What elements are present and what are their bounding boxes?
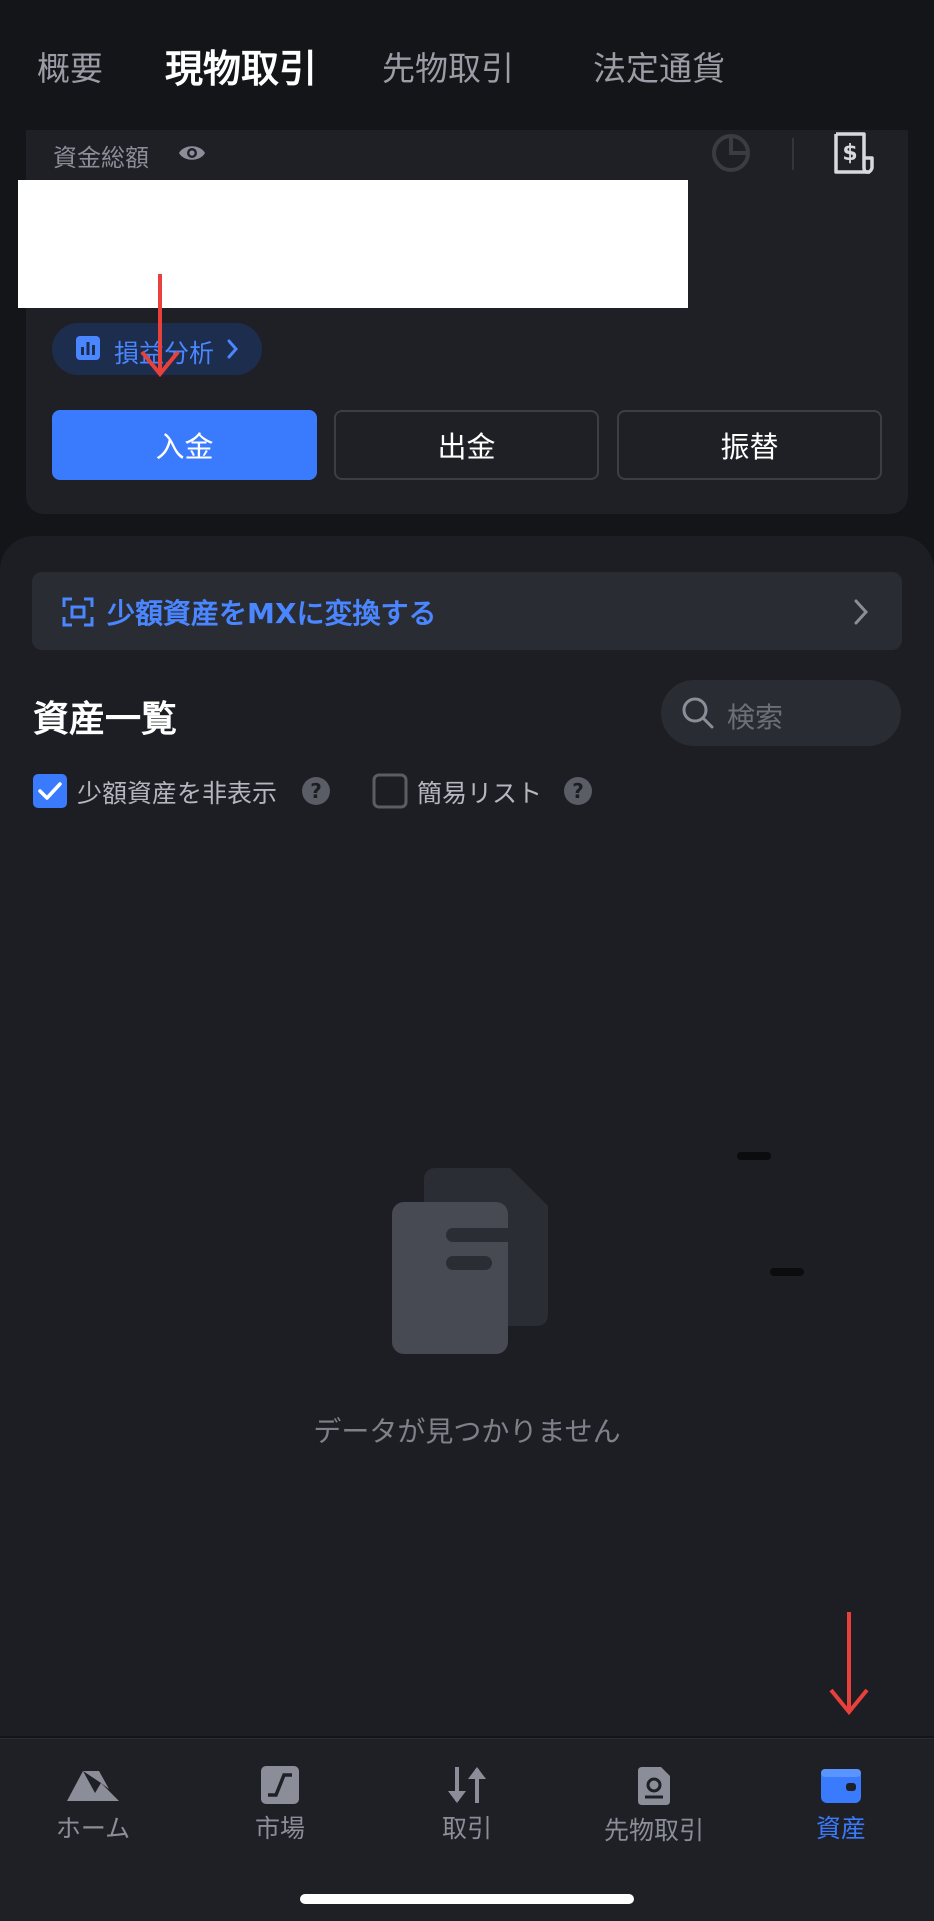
decor-dash xyxy=(770,1268,804,1276)
bill-icon[interactable]: $ xyxy=(830,128,878,178)
tab-futures[interactable]: 先物取引 xyxy=(382,42,514,90)
annotation-arrow-icon xyxy=(829,1612,869,1716)
empty-documents-icon xyxy=(392,1168,548,1354)
transfer-button[interactable]: 振替 xyxy=(617,410,882,480)
market-icon xyxy=(261,1766,299,1804)
home-indicator xyxy=(300,1894,634,1904)
chevron-right-icon xyxy=(227,339,238,359)
nav-trade-label: 取引 xyxy=(441,1814,492,1843)
search-icon xyxy=(682,697,714,729)
deposit-button[interactable]: 入金 xyxy=(52,410,317,480)
nav-assets[interactable]: 資産 xyxy=(748,1765,934,1845)
nav-trade[interactable]: 取引 xyxy=(374,1765,560,1845)
nav-market-label: 市場 xyxy=(254,1814,305,1843)
tab-overview[interactable]: 概要 xyxy=(37,42,103,90)
tab-fiat[interactable]: 法定通貨 xyxy=(593,42,725,90)
bar-chart-icon xyxy=(76,336,100,360)
pie-chart-icon[interactable] xyxy=(710,132,752,174)
divider xyxy=(792,138,794,170)
convert-banner-text: 少額資産をMXに変換する xyxy=(107,597,437,630)
annotation-arrow-icon xyxy=(140,274,180,378)
empty-state-text: データが見つかりません xyxy=(313,1415,621,1448)
help-icon[interactable]: ? xyxy=(564,777,592,805)
simple-list-label: 簡易リスト xyxy=(417,779,543,808)
nav-home-label: ホーム xyxy=(55,1814,131,1843)
decor-dash xyxy=(737,1152,771,1160)
svg-text:$: $ xyxy=(842,141,857,166)
balance-label: 資金総額 xyxy=(53,144,149,172)
search-placeholder: 検索 xyxy=(727,701,784,734)
nav-futures[interactable]: 先物取引 xyxy=(561,1765,747,1847)
withdraw-button[interactable]: 出金 xyxy=(334,410,599,480)
nav-futures-label: 先物取引 xyxy=(603,1816,704,1845)
chevron-right-icon xyxy=(854,599,869,625)
hide-small-assets-checkbox[interactable] xyxy=(32,773,68,809)
tab-spot[interactable]: 現物取引 xyxy=(165,38,317,93)
eye-icon[interactable] xyxy=(177,140,207,166)
balance-amount-redacted xyxy=(18,180,688,308)
hide-small-assets-label: 少額資産を非表示 xyxy=(77,779,278,808)
nav-market[interactable]: 市場 xyxy=(187,1765,373,1845)
nav-home[interactable]: ホーム xyxy=(0,1765,186,1845)
trade-icon xyxy=(448,1767,486,1803)
futures-icon xyxy=(638,1767,670,1805)
wallet-icon xyxy=(821,1769,861,1803)
home-icon xyxy=(67,1771,119,1801)
simple-list-checkbox[interactable] xyxy=(372,773,408,809)
help-icon[interactable]: ? xyxy=(302,777,330,805)
assets-title: 資産一覧 xyxy=(33,699,178,740)
convert-icon xyxy=(62,597,94,627)
nav-assets-label: 資産 xyxy=(815,1814,866,1843)
